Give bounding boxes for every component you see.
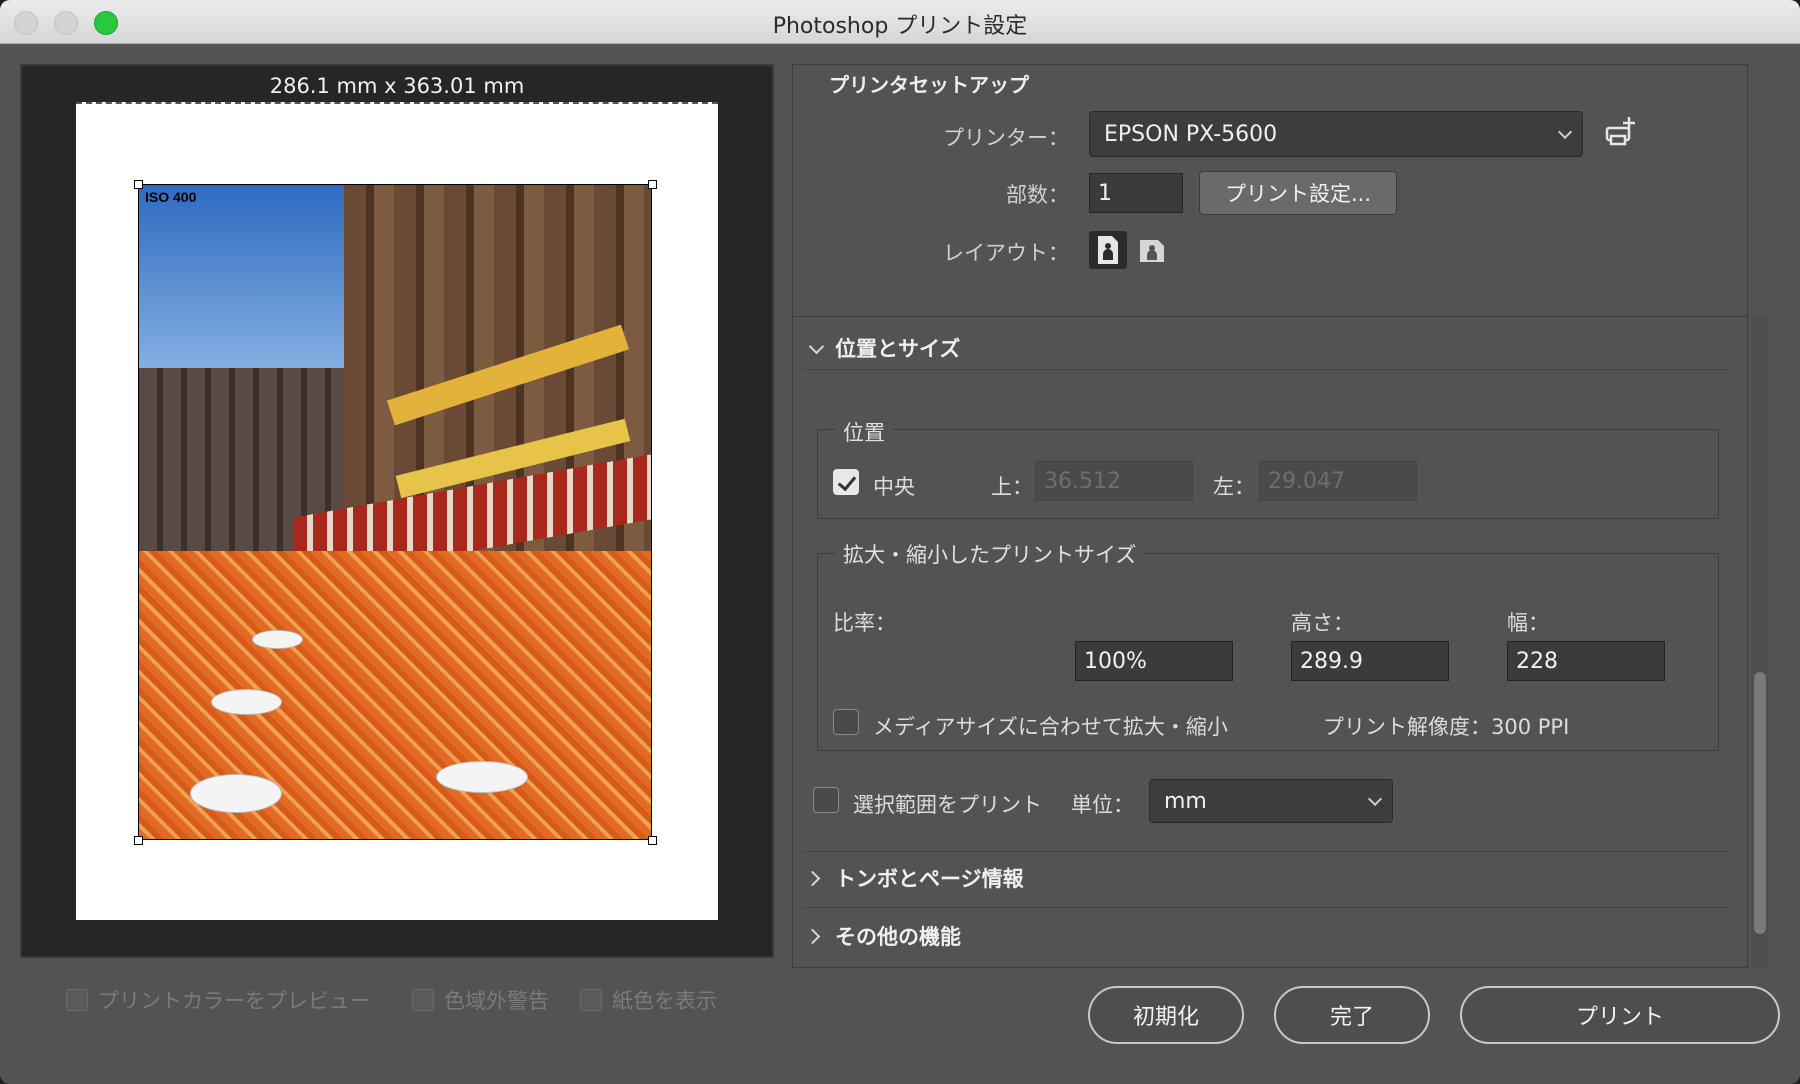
paper-color-checkbox[interactable]	[580, 989, 602, 1011]
print-button[interactable]: プリント	[1460, 986, 1780, 1044]
resize-handle-top-left[interactable]	[134, 180, 143, 189]
print-resolution: プリント解像度：300 PPI	[1323, 715, 1570, 739]
resize-handle-top-right[interactable]	[648, 180, 657, 189]
position-size-title[interactable]: 位置とサイズ	[835, 333, 960, 363]
scrollbar-thumb[interactable]	[1754, 672, 1766, 934]
scaled-size-group-title: 拡大・縮小したプリントサイズ	[835, 539, 1145, 569]
layout-label: レイアウト：	[943, 241, 1069, 265]
printer-label: プリンター：	[943, 126, 1069, 150]
settings-scroll-pane[interactable]: 位置とサイズ 位置 中央 上： 36.512 左： 29.047 拡大・縮小した…	[792, 316, 1748, 968]
marks-page-info-section[interactable]: トンボとページ情報	[835, 863, 1024, 893]
fit-media-label: メディアサイズに合わせて拡大・縮小	[873, 715, 1228, 739]
layout-landscape-button[interactable]	[1133, 231, 1171, 269]
left-label: 左：	[1213, 475, 1255, 499]
paper-color-option[interactable]: 紙色を表示	[580, 985, 717, 1015]
reset-button[interactable]: 初期化	[1088, 986, 1244, 1044]
printer-value: EPSON PX-5600	[1104, 121, 1278, 147]
print-settings-button[interactable]: プリント設定...	[1199, 171, 1397, 215]
landscape-layout-icon	[1140, 240, 1164, 262]
resize-handle-bottom-right[interactable]	[648, 836, 657, 845]
layout-portrait-button[interactable]	[1089, 231, 1127, 269]
printer-add-icon	[1605, 117, 1635, 146]
chevron-right-icon[interactable]	[804, 870, 821, 887]
preview-image[interactable]: ISO 400	[138, 184, 652, 840]
gamut-warning-checkbox[interactable]	[412, 989, 434, 1011]
printer-setup-title: プリンタセットアップ	[829, 73, 1029, 97]
portrait-layout-icon	[1098, 236, 1118, 264]
done-button[interactable]: 完了	[1274, 986, 1430, 1044]
top-position-field[interactable]: 36.512	[1035, 461, 1193, 501]
top-label: 上：	[991, 475, 1033, 499]
chevron-right-icon[interactable]	[804, 928, 821, 945]
window-title: Photoshop プリント設定	[772, 14, 1028, 39]
other-functions-section[interactable]: その他の機能	[835, 921, 961, 951]
resize-handle-bottom-left[interactable]	[134, 836, 143, 845]
image-label: ISO 400	[145, 189, 197, 205]
chevron-down-icon	[1367, 791, 1383, 807]
print-selection-checkbox[interactable]	[813, 787, 839, 813]
printer-setup-section: プリンタセットアップ プリンター： EPSON PX-5600 部数： 1 プリ…	[792, 64, 1748, 328]
chevron-down-icon	[1557, 124, 1573, 140]
print-selection-label: 選択範囲をプリント	[853, 793, 1042, 817]
print-settings-window: Photoshop プリント設定 286.1 mm x 363.01 mm IS…	[0, 0, 1800, 1084]
vertical-scrollbar[interactable]	[1752, 316, 1768, 968]
units-select[interactable]: mm	[1149, 779, 1393, 823]
units-label: 単位：	[1071, 793, 1134, 817]
scale-label: 比率：	[833, 611, 896, 635]
preview-color-label: プリントカラーをプレビュー	[98, 989, 371, 1013]
width-field[interactable]: 228	[1507, 641, 1665, 681]
height-field[interactable]: 289.9	[1291, 641, 1449, 681]
paper-dimensions: 286.1 mm x 363.01 mm	[269, 74, 525, 98]
height-label: 高さ：	[1291, 611, 1354, 635]
units-value: mm	[1164, 788, 1207, 814]
paper-sheet: ISO 400	[76, 102, 718, 920]
center-label: 中央	[873, 475, 915, 499]
gamut-warning-label: 色域外警告	[444, 989, 549, 1013]
printer-select[interactable]: EPSON PX-5600	[1089, 111, 1583, 157]
print-preview: 286.1 mm x 363.01 mm ISO 400	[20, 64, 774, 958]
gamut-warning-option[interactable]: 色域外警告	[412, 985, 549, 1015]
width-label: 幅：	[1507, 611, 1549, 635]
position-group-title: 位置	[835, 417, 893, 447]
paper-color-label: 紙色を表示	[612, 989, 717, 1013]
copies-field[interactable]: 1	[1089, 173, 1183, 213]
scale-field[interactable]: 100%	[1075, 641, 1233, 681]
fit-media-checkbox[interactable]	[833, 709, 859, 735]
center-checkbox[interactable]	[833, 469, 859, 495]
copies-label: 部数：	[1006, 183, 1069, 207]
add-printer-button[interactable]	[1601, 113, 1639, 151]
title-bar: Photoshop プリント設定	[0, 0, 1800, 44]
preview-color-checkbox[interactable]	[66, 989, 88, 1011]
chevron-down-icon[interactable]	[808, 338, 825, 355]
preview-color-option[interactable]: プリントカラーをプレビュー	[66, 985, 371, 1015]
left-position-field[interactable]: 29.047	[1259, 461, 1417, 501]
